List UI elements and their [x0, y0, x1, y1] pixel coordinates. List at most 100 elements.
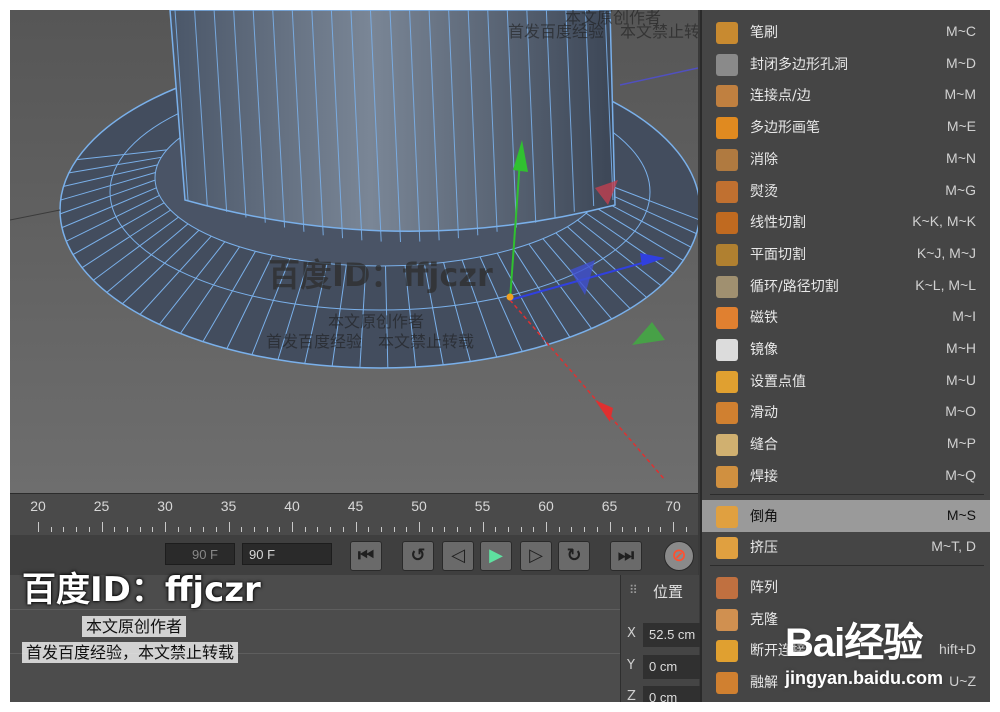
go-to-start-icon: ⏮: [357, 545, 375, 566]
menu-item[interactable]: 多边形画笔 M~E: [702, 111, 990, 143]
menu-item-label: 设置点值: [750, 373, 806, 390]
timeline-tick: [419, 522, 420, 532]
menu-item-label: 连接点/边: [750, 88, 811, 105]
watermark-bottom-line2: 首发百度经验，本文禁止转载: [22, 642, 239, 663]
timeline-tick: [393, 527, 395, 532]
coord-y-label: Y: [627, 658, 635, 673]
menu-item-shortcut: K~K, M~K: [912, 213, 976, 230]
mesh-tools-menu: 笔刷 M~C 封闭多边形孔洞 M~D 连接点/边 M~M 多边形画笔 M~E 消除 M~N 熨烫 M~…: [700, 10, 990, 702]
menu-item-label: 线性切割: [750, 215, 806, 232]
menu-item[interactable]: 平面切割 K~J, M~J: [702, 238, 990, 270]
menu-item-shortcut: K~J, M~J: [916, 244, 976, 261]
coord-y-input[interactable]: 0 cm: [643, 655, 703, 679]
coord-x-input[interactable]: 52.5 cm: [643, 623, 703, 647]
axis-x-arrow: [595, 400, 613, 422]
timeline-tick-label: 45: [347, 498, 364, 514]
brush-icon: [716, 22, 738, 44]
bevel-icon: [716, 505, 738, 528]
menu-item-label: 磁铁: [750, 310, 778, 327]
menu-item[interactable]: 镜像 M~H: [702, 333, 990, 365]
play-button[interactable]: ▶: [480, 541, 512, 571]
menu-item-label: 镜像: [750, 342, 778, 358]
timeline-tick: [253, 527, 255, 532]
menu-item-label: 滑动: [750, 405, 778, 422]
menu-item[interactable]: 笔刷 M~C: [702, 16, 990, 48]
dissolve-icon: [716, 148, 738, 171]
set-point-icon: [716, 370, 738, 393]
baidu-logo-text: Bai经验: [785, 621, 923, 665]
timeline-tick: [406, 527, 408, 532]
timeline-tick: [304, 527, 306, 532]
menu-item[interactable]: 熨烫 M~G: [702, 175, 990, 207]
timeline-tick: [495, 527, 497, 532]
timeline-tick: [596, 527, 598, 532]
menu-item-shortcut: hift+D: [939, 641, 976, 658]
timeline-ruler[interactable]: 20 25 30 35 40 45 50 55 60 65 70: [10, 493, 698, 536]
menu-item-shortcut: M~U: [946, 371, 976, 388]
menu-item-shortcut: M~I: [952, 308, 976, 325]
timeline-tick-label: 30: [157, 498, 173, 514]
selected-point: [506, 293, 514, 301]
record-button[interactable]: ⊘: [664, 541, 694, 571]
menu-item[interactable]: 设置点值 M~U: [702, 365, 990, 397]
menu-item[interactable]: 封闭多边形孔洞 M~D: [702, 48, 990, 80]
menu-item[interactable]: 阵列: [702, 571, 990, 603]
coord-z-input[interactable]: 0 cm: [643, 686, 703, 702]
3d-viewport[interactable]: 本文原创作者 首发百度经验 本文禁止转载 百度ID：ffjczr 本文原创作者 …: [10, 10, 698, 493]
step-back-button[interactable]: ↺: [402, 541, 434, 571]
timeline-tick: [558, 527, 560, 532]
watermark-top-line2: 首发百度经验 本文禁止转载: [508, 22, 698, 41]
menu-item-shortcut: M~H: [946, 340, 976, 356]
prev-key-button[interactable]: ◁: [442, 541, 474, 571]
iron-icon: [716, 180, 738, 203]
timeline-tick: [50, 527, 52, 532]
rotate-handle-green: [632, 322, 665, 345]
menu-item[interactable]: 挤压 M~T, D: [702, 531, 990, 563]
menu-item[interactable]: 倒角 M~S: [702, 499, 990, 532]
menu-item[interactable]: 连接点/边 M~M: [702, 79, 990, 111]
step-forward-icon: ↻: [566, 545, 582, 566]
timeline-tick: [114, 527, 116, 532]
edge-direction-line: [619, 67, 698, 86]
menu-item[interactable]: 磁铁 M~I: [702, 301, 990, 333]
stitch-icon: [716, 434, 738, 457]
timeline-tick: [63, 527, 65, 532]
menu-item-shortcut: M~D: [946, 54, 976, 71]
timeline-tick: [444, 527, 446, 532]
watermark-center-id: 百度ID：ffjczr: [268, 256, 493, 294]
timeline-tick: [634, 527, 636, 532]
plane-cut-icon: [716, 243, 738, 266]
step-forward-button[interactable]: ↻: [558, 541, 590, 571]
menu-item-label: 熨烫: [750, 183, 778, 200]
timeline-tick-label: 20: [30, 498, 46, 514]
menu-item[interactable]: 焊接 M~Q: [702, 460, 990, 492]
coordinates-panel: ⠿ 位置 X 52.5 cm Y 0 cm Z 0 cm: [620, 575, 703, 702]
menu-item-shortcut: M~N: [946, 149, 976, 166]
timeline-tick: [368, 527, 370, 532]
play-icon: ▶: [489, 545, 503, 566]
next-key-button[interactable]: ▷: [520, 541, 552, 571]
timeline-tick: [292, 522, 293, 532]
menu-item-shortcut: M~Q: [945, 466, 976, 483]
timeline-tick: [203, 527, 205, 532]
coord-y-row: Y 0 cm: [625, 655, 703, 679]
timeline-tick: [546, 522, 547, 532]
menu-item[interactable]: 线性切割 K~K, M~K: [702, 206, 990, 238]
extrude-icon: [716, 537, 738, 560]
timeline-tick: [266, 527, 268, 532]
timeline-tick: [177, 527, 179, 532]
go-to-start-button[interactable]: ⏮: [350, 541, 382, 571]
menu-item-shortcut: M~P: [946, 435, 976, 452]
timeline-tick: [355, 522, 357, 532]
step-back-icon: ↺: [410, 545, 426, 566]
go-to-end-button[interactable]: ⏭: [610, 541, 642, 571]
menu-item[interactable]: 循环/路径切割 K~L, M~L: [702, 270, 990, 302]
watermark-bottom-id: 百度ID：ffjczr: [22, 570, 261, 610]
menu-item[interactable]: 缝合 M~P: [702, 428, 990, 460]
menu-item[interactable]: 滑动 M~O: [702, 396, 990, 428]
menu-item[interactable]: 消除 M~N: [702, 143, 990, 175]
menu-separator: [710, 564, 984, 566]
timeline-tick: [279, 527, 281, 532]
prev-key-icon: ◁: [451, 545, 465, 566]
menu-item-label: 焊接: [750, 468, 778, 485]
